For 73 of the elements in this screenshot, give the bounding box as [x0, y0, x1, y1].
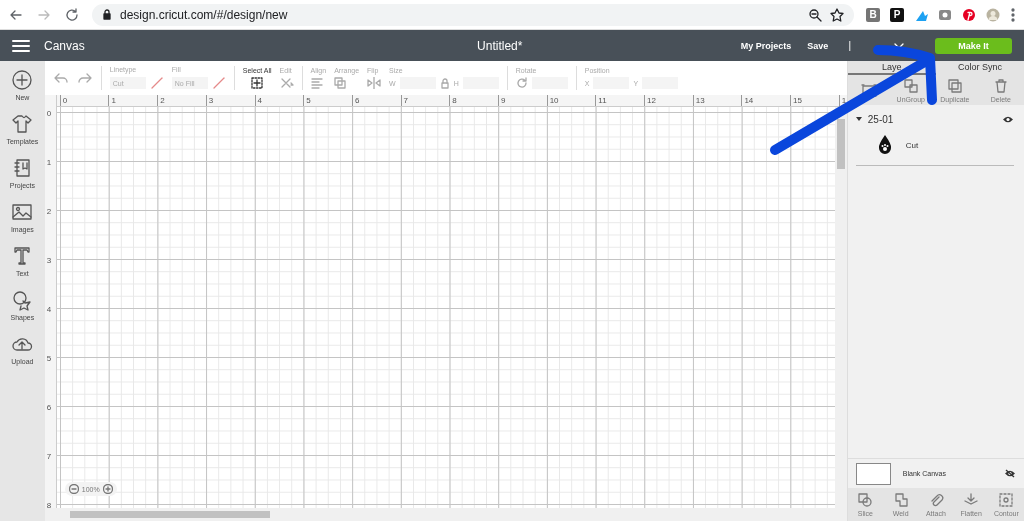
arrange-icon: [334, 77, 349, 89]
ruler-number: 15: [790, 95, 839, 106]
edit-icon: [279, 77, 294, 89]
select-all-icon: [250, 77, 263, 89]
redo-icon: [76, 71, 93, 85]
weld-icon: [892, 492, 909, 508]
ruler-number: 12: [644, 95, 693, 106]
ruler-number: 1: [45, 158, 53, 169]
zoom-in-icon: [102, 484, 113, 494]
scrollbar-thumb[interactable]: [69, 511, 270, 518]
scrollbar-thumb[interactable]: [836, 119, 845, 169]
canvas-swatch[interactable]: [855, 462, 891, 485]
align-icon: [310, 77, 325, 89]
ruler-number: 9: [498, 95, 547, 106]
zoom-out-icon: [68, 484, 79, 494]
rotate-icon: [515, 77, 528, 89]
ruler-number: 3: [205, 95, 255, 106]
slice-icon: [857, 492, 874, 508]
contour-icon: [998, 492, 1015, 508]
ruler-number: 8: [449, 95, 498, 106]
extension-icon[interactable]: B: [866, 7, 880, 22]
ruler-number: 14: [741, 95, 791, 106]
panel-tab[interactable]: Color Sync: [935, 61, 1024, 75]
more-icon: [1010, 7, 1016, 22]
photo-icon: [938, 7, 952, 22]
ruler-number: 5: [45, 354, 53, 365]
ruler-number: 1: [108, 95, 158, 106]
ruler-number: 2: [45, 207, 53, 218]
header-link[interactable]: My Projects: [740, 40, 792, 51]
ruler-number: 4: [254, 95, 304, 106]
ruler-number: 6: [45, 403, 53, 414]
reload-icon: [64, 6, 80, 23]
ruler-number: 7: [45, 452, 53, 463]
caret-icon[interactable]: [855, 116, 862, 122]
ruler-number: 5: [303, 95, 352, 106]
ruler-number: 10: [546, 95, 596, 106]
zoom-icon: [808, 7, 822, 22]
ruler-number: 11: [595, 95, 645, 106]
ruler-number: 6: [351, 95, 401, 106]
flip-icon: [367, 77, 382, 89]
paw-drop-icon: [877, 135, 892, 155]
ruler-number: 0: [59, 95, 109, 106]
ruler-number: 8: [45, 501, 53, 512]
star-icon: [830, 7, 844, 22]
layer-name[interactable]: 25-01: [867, 113, 996, 125]
menu-icon: [12, 37, 30, 54]
eye-icon[interactable]: [1002, 114, 1014, 124]
shirt-icon: [11, 113, 34, 135]
lock-icon: [439, 77, 450, 89]
image-icon: [11, 201, 34, 223]
ruler-number: 13: [692, 95, 742, 106]
extension-icon[interactable]: P: [890, 7, 904, 22]
hidden-eye-icon[interactable]: [1004, 469, 1016, 478]
layer-item[interactable]: Cut: [905, 140, 919, 150]
ruler-number: 3: [45, 256, 53, 267]
lock-icon: [102, 9, 112, 20]
ruler-number: 2: [157, 95, 206, 106]
add-icon: [11, 69, 34, 91]
duplicate-icon: [946, 77, 963, 94]
fill-color-icon: [211, 76, 226, 90]
undo-icon: [52, 71, 69, 85]
app-title: Canvas: [44, 38, 85, 53]
avatar-icon: [986, 7, 1000, 22]
separator-text: |: [848, 40, 851, 51]
header-link[interactable]: Save: [807, 40, 829, 51]
address-bar[interactable]: design.cricut.com/#/design/new: [92, 3, 854, 26]
ruler-number: 4: [45, 305, 53, 316]
document-title: Untitled*: [476, 38, 524, 53]
pen-color-icon: [149, 76, 164, 90]
ruler-number: 7: [400, 95, 450, 106]
ruler-number: 0: [45, 109, 53, 120]
ungroup-icon: [902, 77, 919, 94]
pin-icon: [962, 7, 976, 22]
